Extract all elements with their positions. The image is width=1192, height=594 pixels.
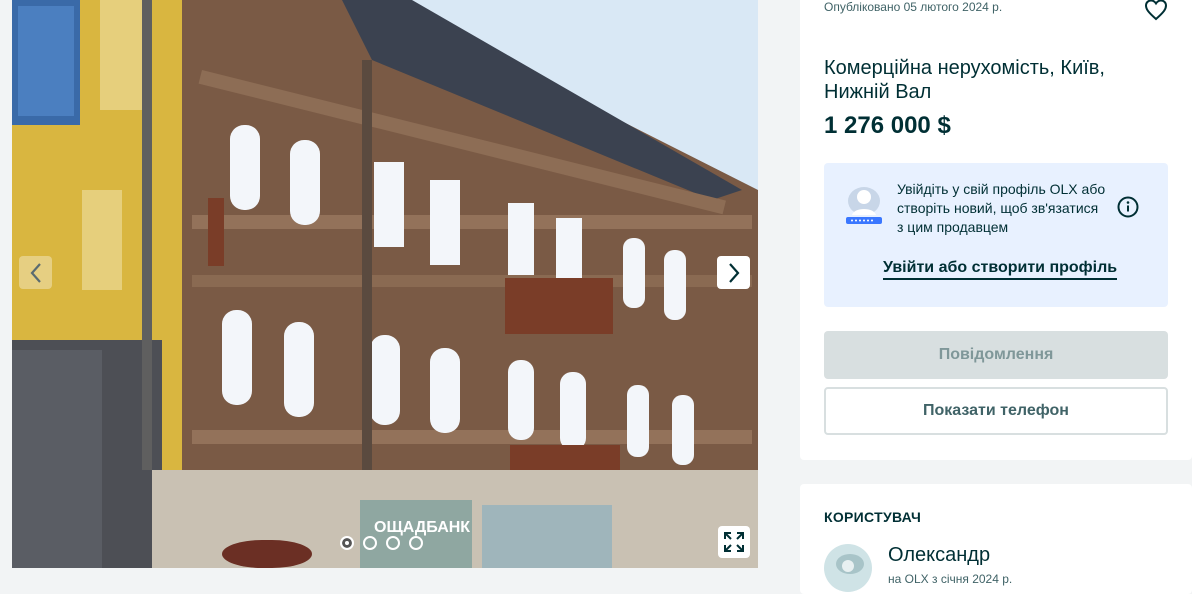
show-phone-button[interactable]: Показати телефон bbox=[824, 387, 1168, 435]
seller-heading: КОРИСТУВАЧ bbox=[824, 509, 922, 525]
slide-dot-3[interactable] bbox=[386, 536, 400, 550]
avatar[interactable] bbox=[824, 544, 872, 592]
listing-card: Опубліковано 05 лютого 2024 р. Комерційн… bbox=[800, 0, 1192, 460]
listing-photo[interactable]: ОЩАДБАНК bbox=[12, 0, 758, 568]
chevron-right-icon bbox=[728, 262, 739, 283]
user-illustration-icon bbox=[846, 187, 882, 224]
listing-title: Комерційна нерухомість, Київ, Нижній Вал bbox=[824, 57, 1105, 104]
login-prompt-text: Увійдіть у свій профіль OLX або створіть… bbox=[897, 181, 1106, 235]
slide-dot-4[interactable] bbox=[409, 536, 423, 550]
login-link[interactable]: Увійти або створити профіль bbox=[883, 259, 1118, 280]
heart-icon bbox=[1144, 0, 1168, 21]
slide-indicator bbox=[340, 536, 423, 550]
slide-dot-2[interactable] bbox=[363, 536, 377, 550]
image-gallery: ОЩАДБАНК bbox=[0, 0, 770, 578]
bank-sign: ОЩАДБАНК bbox=[374, 519, 470, 536]
seller-name[interactable]: Олександр bbox=[888, 544, 990, 567]
avatar-placeholder-icon bbox=[836, 554, 864, 574]
login-prompt: Увійдіть у свій профіль OLX або створіть… bbox=[824, 163, 1168, 307]
chevron-left-icon bbox=[30, 262, 41, 283]
fullscreen-button[interactable] bbox=[718, 526, 750, 558]
next-image-button[interactable] bbox=[717, 256, 750, 289]
seller-since: на OLX з січня 2024 р. bbox=[888, 572, 1013, 586]
favorite-button[interactable] bbox=[1144, 0, 1168, 22]
published-date: Опубліковано 05 лютого 2024 р. bbox=[824, 0, 1003, 14]
info-icon[interactable] bbox=[1117, 196, 1139, 218]
slide-dot-1[interactable] bbox=[340, 536, 354, 550]
previous-image-button[interactable] bbox=[19, 256, 52, 289]
fullscreen-icon bbox=[724, 532, 744, 552]
message-button[interactable]: Повідомлення bbox=[824, 331, 1168, 379]
listing-price: 1 276 000 $ bbox=[824, 112, 951, 139]
